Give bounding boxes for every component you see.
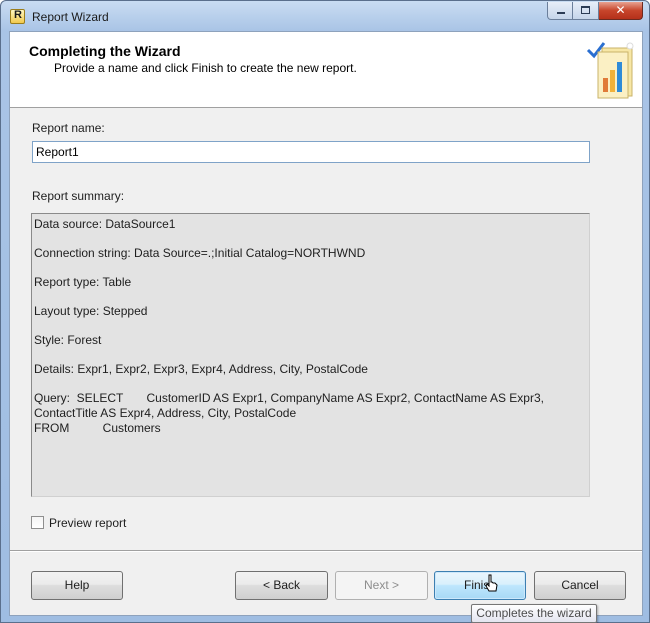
report-name-input[interactable] (32, 141, 590, 163)
minimize-button[interactable] (547, 2, 573, 20)
mouse-pointer-icon (485, 574, 498, 592)
maximize-icon (581, 6, 590, 14)
cancel-button[interactable]: Cancel (534, 571, 626, 600)
page-subtitle: Provide a name and click Finish to creat… (54, 61, 357, 75)
page-title: Completing the Wizard (29, 43, 181, 59)
window-controls: ✕ (547, 2, 643, 20)
report-summary-label: Report summary: (32, 189, 125, 203)
summary-details: Details: Expr1, Expr2, Expr3, Expr4, Add… (34, 362, 368, 376)
close-button[interactable]: ✕ (599, 2, 643, 20)
close-icon: ✕ (615, 3, 626, 17)
summary-report-type: Report type: Table (34, 275, 132, 289)
report-wizard-window: Report Wizard ✕ Completing the Wizard Pr… (0, 0, 650, 623)
maximize-button[interactable] (573, 2, 599, 20)
preview-report-checkbox[interactable] (31, 516, 44, 529)
finish-button[interactable]: Finish (434, 571, 526, 600)
minimize-icon (557, 12, 565, 14)
finish-tooltip: Completes the wizard (471, 604, 597, 623)
report-name-label: Report name: (32, 121, 105, 135)
footer-divider (10, 550, 642, 552)
preview-report-label[interactable]: Preview report (49, 516, 126, 530)
report-summary-box[interactable]: Data source: DataSource1 Connection stri… (31, 213, 590, 497)
summary-style: Style: Forest (34, 333, 102, 347)
wizard-header: Completing the Wizard Provide a name and… (10, 32, 642, 108)
title-bar[interactable]: Report Wizard ✕ (1, 1, 649, 31)
wizard-client-area: Completing the Wizard Provide a name and… (9, 31, 643, 623)
wizard-report-graphic-icon (586, 42, 634, 99)
back-button[interactable]: < Back (235, 571, 328, 600)
next-button[interactable]: Next > (335, 571, 428, 600)
report-wizard-icon (10, 9, 25, 24)
summary-data-source: Data source: DataSource1 (34, 217, 176, 231)
help-button[interactable]: Help (31, 571, 123, 600)
window-title: Report Wizard (32, 10, 109, 24)
summary-layout-type: Layout type: Stepped (34, 304, 148, 318)
summary-connection-string: Connection string: Data Source=.;Initial… (34, 246, 366, 260)
summary-query: Query: SELECT CustomerID AS Expr1, Compa… (34, 391, 544, 435)
